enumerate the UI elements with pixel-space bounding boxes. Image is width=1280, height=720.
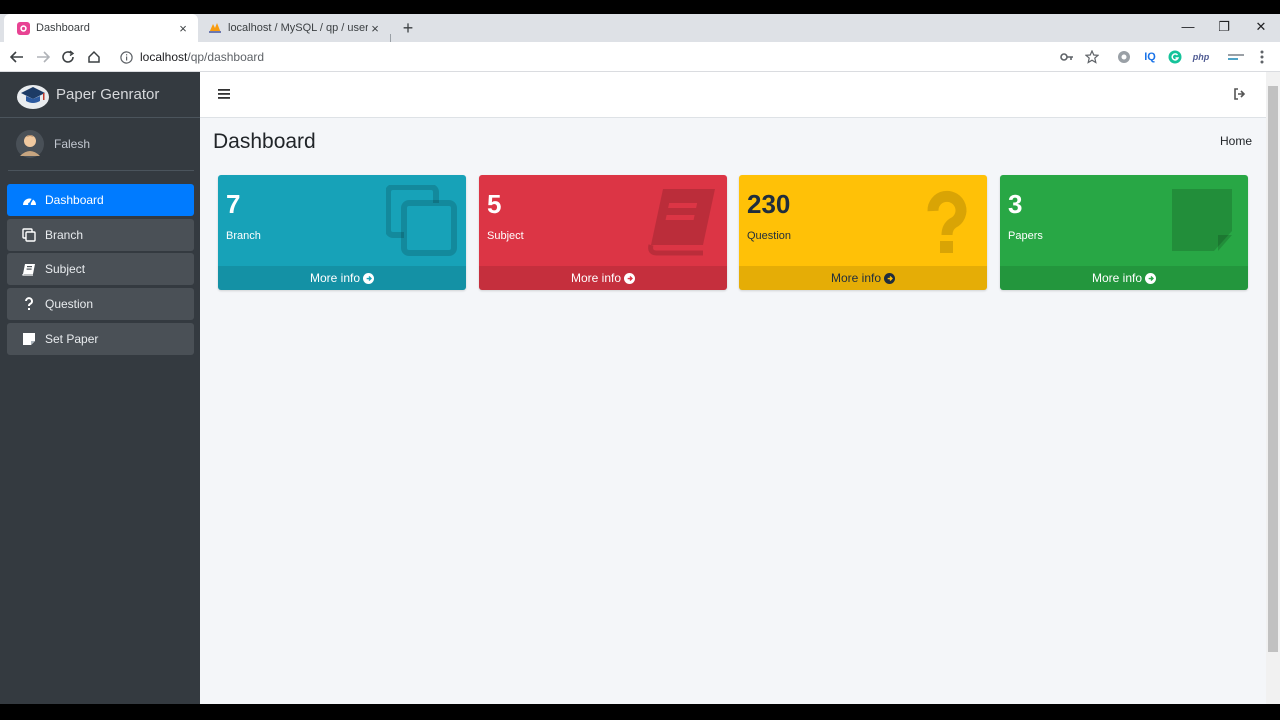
back-button[interactable] <box>6 46 28 68</box>
sidebar-item-subject[interactable]: Subject <box>7 253 194 285</box>
book-icon <box>648 189 715 256</box>
main-content: Dashboard Home 7 Branch More info 5 Subj… <box>200 72 1266 704</box>
sidebar-item-label: Branch <box>45 228 84 242</box>
tachometer-icon <box>21 192 37 208</box>
stat-count: 5 <box>487 189 502 219</box>
stat-label: Question <box>747 230 792 242</box>
avatar <box>16 130 44 158</box>
arrow-circle-right-icon <box>624 272 636 284</box>
sidebar-item-label: Set Paper <box>45 332 99 346</box>
copy-icon <box>21 227 37 243</box>
screen-bottom-border <box>0 704 1280 720</box>
sidebar-item-label: Subject <box>45 262 86 276</box>
tab-title: Dashboard <box>36 22 90 34</box>
grammarly-icon[interactable] <box>1166 48 1184 66</box>
page: Paper Genrator Falesh Dashboard Branch S… <box>0 72 1280 704</box>
sidebar-item-dashboard[interactable]: Dashboard <box>7 184 194 216</box>
browser-tabstrip: Dashboard × localhost / MySQL / qp / use… <box>0 14 1280 50</box>
page-title: Dashboard <box>213 130 316 153</box>
menu-kebab-icon[interactable] <box>1254 48 1270 66</box>
address-bar[interactable]: localhost/qp/dashboard <box>112 45 1112 69</box>
arrow-left-icon <box>10 51 23 63</box>
stat-count: 3 <box>1008 189 1023 219</box>
stat-box-subject: 5 Subject More info <box>479 175 727 290</box>
extension-gear-icon[interactable] <box>1115 48 1133 66</box>
stat-box-branch: 7 Branch More info <box>218 175 466 290</box>
more-info-link[interactable]: More info <box>739 266 987 290</box>
more-info-label: More info <box>570 271 622 285</box>
tab-title: localhost / MySQL / qp / user | p <box>228 22 368 34</box>
tab-close-icon[interactable]: × <box>176 21 190 36</box>
stat-count: 7 <box>226 189 241 219</box>
browser-tab-phpmyadmin[interactable]: localhost / MySQL / qp / user | p × <box>200 14 390 42</box>
brand-text: Paper Genrator <box>56 86 160 103</box>
hamburger-menu-icon[interactable] <box>216 86 232 102</box>
url-host: localhost <box>140 50 188 64</box>
question-icon <box>927 190 967 253</box>
more-info-link[interactable]: More info <box>218 266 466 290</box>
tab-close-icon[interactable]: × <box>368 21 382 36</box>
reload-icon <box>62 50 75 63</box>
more-info-link[interactable]: More info <box>479 266 727 290</box>
phpmyadmin-favicon-icon <box>208 21 222 35</box>
scrollbar-thumb[interactable] <box>1268 86 1278 652</box>
question-icon <box>21 296 37 312</box>
sticky-note-icon <box>21 331 37 347</box>
browser-toolbar: localhost/qp/dashboard IQ php <box>0 42 1280 72</box>
extension-iq-icon[interactable]: IQ <box>1140 48 1160 66</box>
window-close-button[interactable]: ✕ <box>1243 14 1279 42</box>
extension-bar-icon[interactable] <box>1226 48 1246 66</box>
sidebar: Paper Genrator Falesh Dashboard Branch S… <box>0 72 200 704</box>
sidebar-item-question[interactable]: Question <box>7 288 194 320</box>
stat-label: Subject <box>487 230 524 242</box>
home-button[interactable] <box>83 46 105 68</box>
sign-out-icon[interactable] <box>1233 87 1247 101</box>
arrow-circle-right-icon <box>1145 272 1157 284</box>
sticky-note-icon <box>1172 189 1232 251</box>
more-info-link[interactable]: More info <box>1000 266 1248 290</box>
screen: Dashboard × localhost / MySQL / qp / use… <box>0 0 1280 720</box>
more-info-label: More info <box>1091 271 1143 285</box>
top-navbar <box>200 72 1266 118</box>
page-scrollbar[interactable] <box>1266 72 1280 704</box>
stat-box-question: 230 Question More info <box>739 175 987 290</box>
key-icon[interactable] <box>1058 48 1076 66</box>
stat-box-papers: 3 Papers More info <box>1000 175 1248 290</box>
window-restore-button[interactable]: ❐ <box>1206 14 1242 42</box>
breadcrumb-home[interactable]: Home <box>1220 134 1252 148</box>
arrow-circle-right-icon <box>363 272 375 284</box>
browser-tab-dashboard[interactable]: Dashboard × <box>4 14 198 42</box>
extension-php-icon[interactable]: php <box>1190 48 1212 66</box>
reload-button[interactable] <box>57 46 79 68</box>
star-icon[interactable] <box>1083 48 1101 66</box>
sidebar-item-label: Question <box>45 297 94 311</box>
sidebar-item-branch[interactable]: Branch <box>7 219 194 251</box>
stat-label: Branch <box>226 230 261 242</box>
info-icon[interactable] <box>118 49 134 65</box>
new-tab-button[interactable]: + <box>398 14 418 42</box>
app-favicon-icon <box>16 21 30 35</box>
more-info-label: More info <box>830 271 882 285</box>
user-panel[interactable]: Falesh <box>8 118 194 171</box>
window-minimize-button[interactable]: — <box>1170 14 1206 42</box>
sidebar-item-set-paper[interactable]: Set Paper <box>7 323 194 355</box>
user-name: Falesh <box>54 137 91 151</box>
brand-link[interactable]: Paper Genrator <box>0 72 200 118</box>
copy-icon <box>386 185 457 256</box>
book-icon <box>21 261 37 277</box>
sidebar-item-label: Dashboard <box>45 193 104 207</box>
arrow-circle-right-icon <box>884 272 896 284</box>
url-path: /qp/dashboard <box>187 50 265 64</box>
stat-label: Papers <box>1008 230 1043 242</box>
home-icon <box>88 50 100 63</box>
stat-count: 230 <box>747 189 791 219</box>
forward-button[interactable] <box>32 46 54 68</box>
more-info-label: More info <box>309 271 361 285</box>
brand-logo-icon <box>17 84 49 109</box>
arrow-right-icon <box>37 51 50 63</box>
